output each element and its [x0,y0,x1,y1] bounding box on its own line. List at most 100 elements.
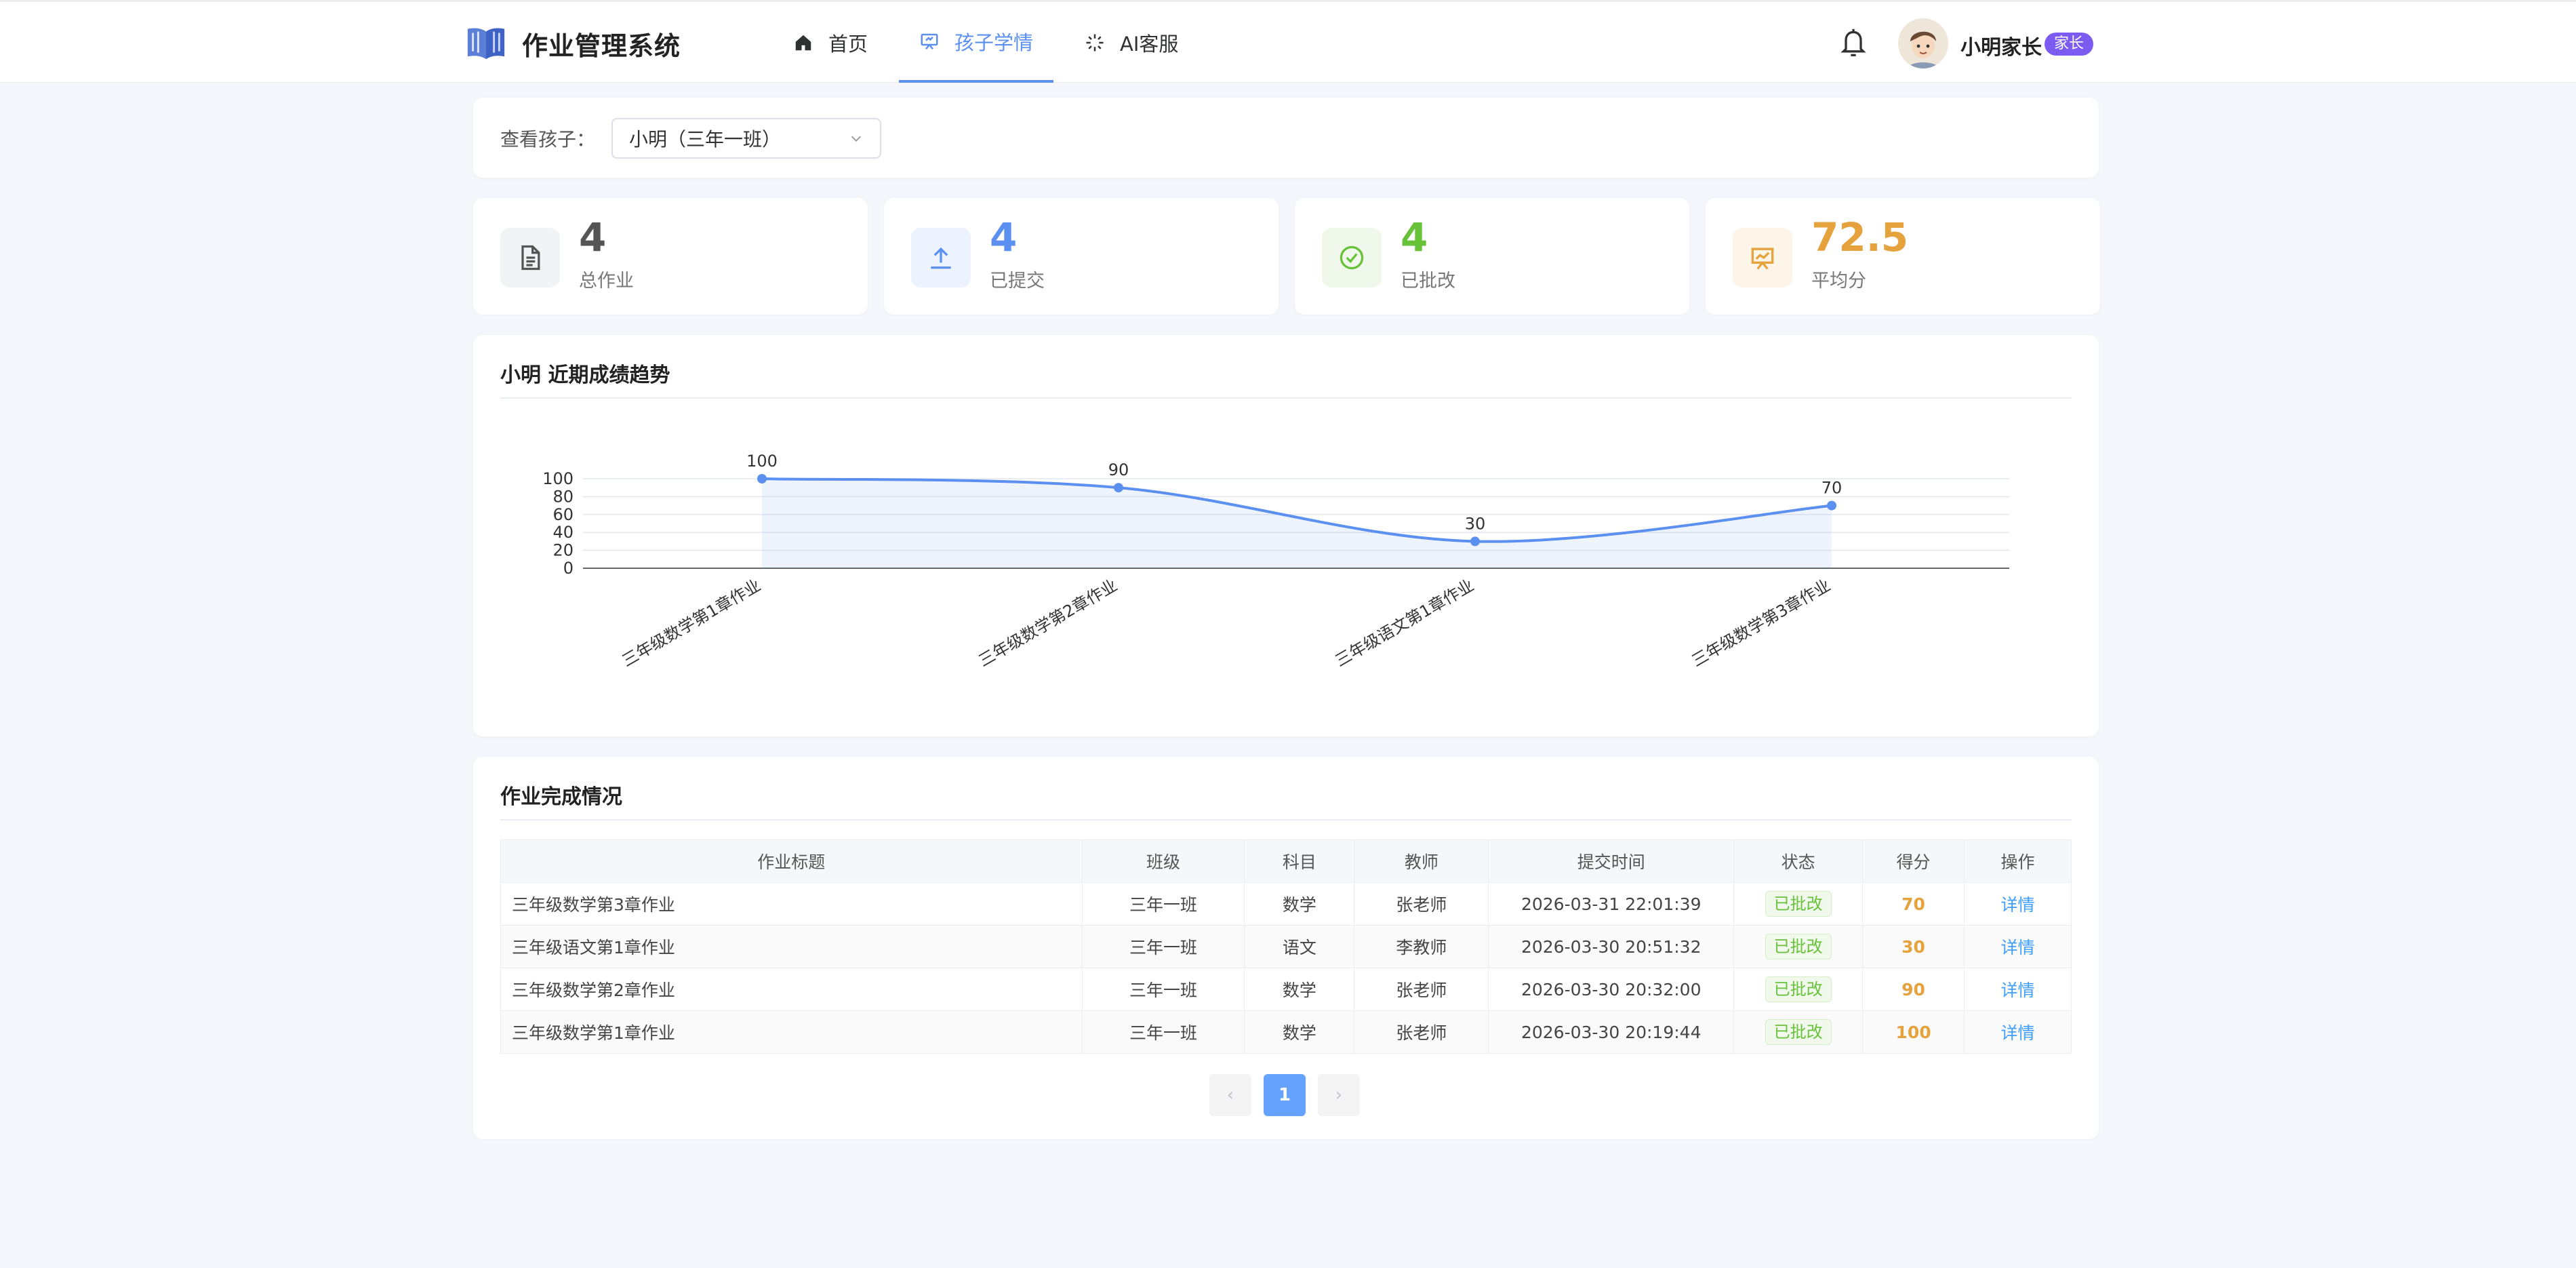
stat-value-submitted: 4 [990,214,1018,260]
score-trend-card: 小明 近期成绩趋势 0 20 40 60 80 100 100 三年级数学第1章作业 90 三年级… [473,335,2099,736]
score-trend-chart: 020406080100100三年级数学第1章作业90三年级数学第2章作业30三… [542,452,2009,671]
score-value: 70 [1901,894,1925,914]
cell-teacher: 张老师 [1354,1010,1489,1054]
table-row: 三年级数学第3章作业 三年一班 数学 张老师 2026-03-31 22:01:… [500,882,2072,926]
score-value: 100 [1895,1022,1931,1042]
nav-child-progress-label: 孩子学情 [954,31,1034,54]
divider [500,819,2072,820]
cell-score: 100 [1862,1010,1965,1054]
cell-class: 三年一班 [1081,882,1245,926]
table-row: 三年级数学第1章作业 三年一班 数学 张老师 2026-03-30 20:19:… [500,1010,2072,1054]
col-title-header: 作业标题 [500,839,1083,883]
book-logo-icon [467,28,505,60]
y-tick-label: 40 [552,523,573,542]
nav-child-progress[interactable]: 孩子学情 [899,2,1054,83]
table-row: 三年级语文第1章作业 三年一班 语文 李教师 2026-03-30 20:51:… [500,925,2072,968]
stat-label-total: 总作业 [579,271,634,292]
nav-ai-service[interactable]: AI客服 [1064,2,1199,83]
chart-board-icon [1751,247,1774,270]
y-tick-label: 20 [552,541,573,560]
child-select[interactable]: 小明（三年一班） [611,118,881,159]
child-filter-label: 查看孩子： [500,128,596,151]
cell-class: 三年一班 [1081,968,1245,1011]
col-status-header: 状态 [1733,839,1864,883]
status-badge: 已批改 [1765,934,1832,959]
col-class-header: 班级 [1081,839,1245,883]
x-tick-label: 三年级语文第1章作业 [1332,576,1477,671]
app-title: 作业管理系统 [522,31,681,61]
page-1-button[interactable]: 1 [1264,1074,1306,1116]
detail-link[interactable]: 详情 [2000,980,2034,1000]
table-row: 三年级数学第2章作业 三年一班 数学 张老师 2026-03-30 20:32:… [500,968,2072,1011]
data-point [757,474,767,483]
stat-card-average: 72.5 平均分 [1706,198,2100,315]
stat-value-average: 72.5 [1811,214,1909,260]
cell-teacher: 张老师 [1354,968,1489,1011]
cell-score: 30 [1862,925,1965,968]
stat-card-graded: 4 已批改 [1295,198,1689,315]
x-tick-label: 三年级数学第2章作业 [975,576,1121,671]
stat-value-graded: 4 [1401,214,1428,260]
table-header-row: 作业标题 班级 科目 教师 提交时间 状态 得分 操作 [500,839,2072,883]
cell-status: 已批改 [1733,882,1864,926]
stat-label-average: 平均分 [1811,271,1866,292]
y-tick-label: 60 [552,505,573,524]
cell-status: 已批改 [1733,968,1864,1011]
check-circle-icon [1340,245,1364,270]
cell-subject: 语文 [1244,925,1355,968]
x-tick-label: 三年级数学第1章作业 [619,576,764,671]
nav-ai-service-label: AI客服 [1120,32,1179,56]
y-tick-label: 0 [563,559,573,578]
detail-link[interactable]: 详情 [2000,1023,2034,1043]
avatar[interactable] [1898,18,1948,68]
status-badge: 已批改 [1765,1019,1832,1045]
cell-title: 三年级数学第1章作业 [500,1010,1083,1054]
cell-title: 三年级数学第3章作业 [500,882,1083,926]
data-label: 100 [746,452,778,471]
data-label: 90 [1108,460,1129,479]
cell-time: 2026-03-30 20:51:32 [1488,925,1735,968]
data-label: 30 [1465,514,1486,533]
next-page-button[interactable]: › [1318,1074,1360,1116]
cell-time: 2026-03-30 20:32:00 [1488,968,1735,1011]
avatar-icon [1898,18,1948,68]
stat-label-submitted: 已提交 [990,271,1045,292]
bell-icon[interactable] [1838,26,1868,59]
sparkle-icon [1086,34,1104,51]
cell-teacher: 张老师 [1354,882,1489,926]
cell-status: 已批改 [1733,1010,1864,1054]
cell-title: 三年级语文第1章作业 [500,925,1083,968]
chevron-down-icon [851,136,862,142]
cell-subject: 数学 [1244,968,1355,1011]
x-tick-label: 三年级数学第3章作业 [1689,576,1834,671]
nav-home[interactable]: 首页 [773,2,888,83]
cell-action: 详情 [1964,882,2072,926]
child-filter-card: 查看孩子： 小明（三年一班） [473,98,2099,178]
cell-score: 90 [1862,968,1965,1011]
homework-status-card: 作业完成情况 作业标题 班级 科目 教师 提交时间 状态 得分 操作 三年级数学… [473,757,2099,1139]
data-point [1470,536,1480,547]
series-area [762,479,1832,568]
y-tick-label: 100 [542,469,573,488]
home-icon [795,35,811,50]
col-time-header: 提交时间 [1488,839,1735,883]
stat-icon-box [911,228,971,288]
cell-teacher: 李教师 [1354,925,1489,968]
prev-page-button[interactable]: ‹ [1209,1074,1251,1116]
data-point [1114,483,1123,493]
detail-link[interactable]: 详情 [2000,895,2034,915]
cell-time: 2026-03-31 22:01:39 [1488,882,1735,926]
status-badge: 已批改 [1765,891,1832,917]
stat-card-total: 4 总作业 [473,198,868,315]
stat-icon-box [1322,228,1382,288]
user-name[interactable]: 小明家长 [1960,31,2042,60]
cell-action: 详情 [1964,968,2072,1011]
cell-status: 已批改 [1733,925,1864,968]
detail-link[interactable]: 详情 [2000,938,2034,957]
cell-class: 三年一班 [1081,925,1245,968]
data-label: 70 [1822,479,1843,498]
score-value: 90 [1901,979,1925,999]
stat-card-submitted: 4 已提交 [884,198,1279,315]
homework-table: 作业标题 班级 科目 教师 提交时间 状态 得分 操作 三年级数学第3章作业 三… [500,839,2072,1054]
app-logo[interactable]: 作业管理系统 [465,22,681,64]
